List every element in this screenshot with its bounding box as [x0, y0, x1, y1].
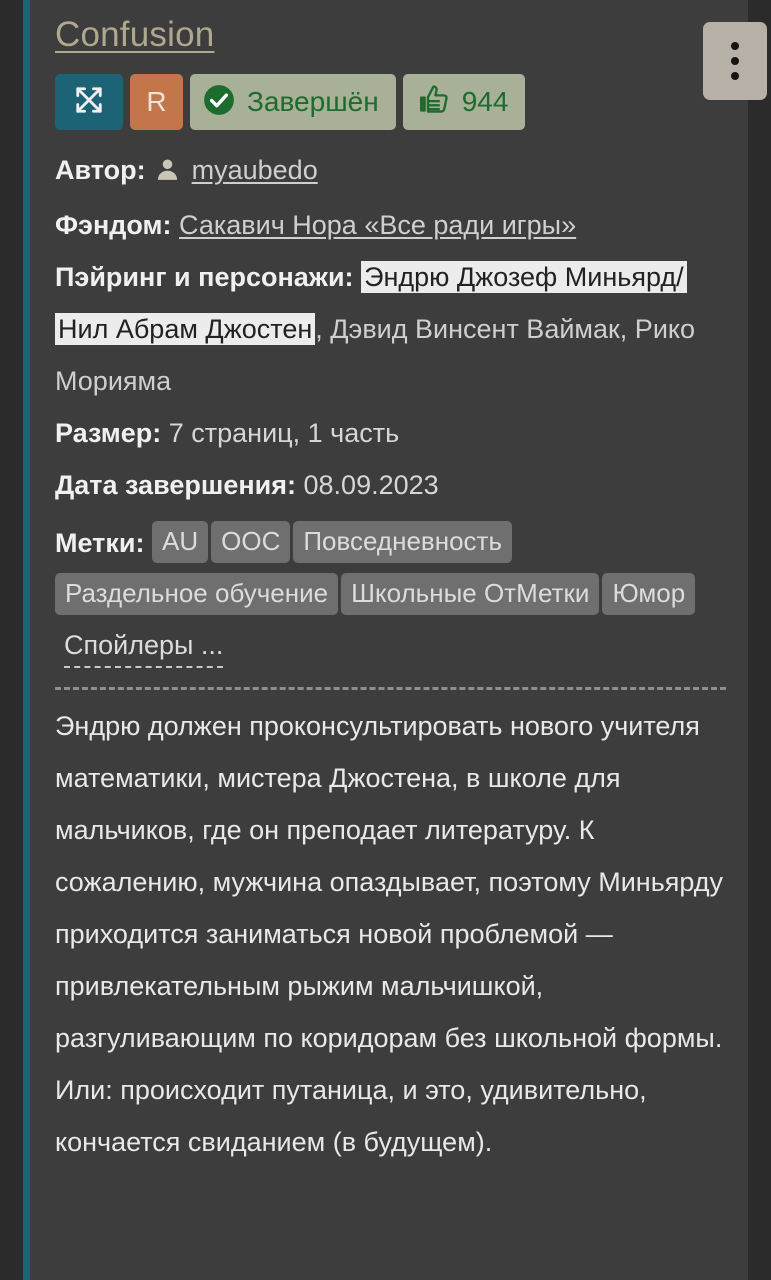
pairing-label: Пэйринг и персонажи: [55, 262, 354, 292]
tag-chip[interactable]: Раздельное обучение [55, 573, 339, 615]
fandom-link[interactable]: Сакавич Нора «Все ради игры» [179, 210, 576, 240]
tag-chip[interactable]: Повседневность [293, 521, 512, 563]
category-badge[interactable] [55, 74, 123, 130]
tag-chip[interactable]: Школьные ОтМетки [341, 573, 600, 615]
check-circle-icon [202, 83, 236, 122]
crossed-arrows-icon [71, 82, 107, 123]
work-card: Confusion R Завершён 944 Автор: myaubedo… [23, 0, 767, 1280]
status-badge[interactable]: Завершён [190, 74, 396, 130]
meta-author-line: Автор: myaubedo [55, 144, 726, 199]
meta-pairing-line: Пэйринг и персонажи: Эндрю Джозеф Миньяр… [55, 251, 726, 407]
summary-text: Эндрю должен проконсультировать нового у… [55, 711, 724, 1157]
tags-label: Метки: [55, 528, 145, 558]
meta-block: Автор: myaubedo Фэндом: Сакавич Нора «Вс… [55, 144, 726, 511]
likes-badge[interactable]: 944 [402, 74, 526, 130]
section-divider [55, 687, 726, 690]
meta-date-line: Дата завершения: 08.09.2023 [55, 459, 726, 511]
author-label: Автор: [55, 155, 146, 185]
date-label: Дата завершения: [55, 470, 296, 500]
kebab-dot-icon [731, 72, 739, 80]
kebab-dot-icon [731, 42, 739, 50]
spoilers-toggle[interactable]: Спойлеры ... [64, 627, 224, 668]
status-label: Завершён [247, 86, 379, 117]
size-value: 7 страниц, 1 часть [168, 418, 400, 448]
person-icon [155, 147, 180, 199]
tags-block: Метки: AU ООС Повседневность Раздельное обу… [55, 517, 726, 673]
page-root: Confusion R Завершён 944 Автор: myaubedo… [0, 0, 771, 1280]
title-row: Confusion [55, 14, 767, 100]
date-value: 08.09.2023 [303, 470, 439, 500]
likes-count: 944 [461, 86, 509, 117]
meta-fandom-line: Фэндом: Сакавич Нора «Все ради игры» [55, 199, 726, 251]
size-label: Размер: [55, 418, 162, 448]
tag-chip[interactable]: AU [152, 521, 209, 563]
work-title-link[interactable]: Confusion [55, 14, 214, 56]
rating-badge[interactable]: R [130, 74, 183, 130]
tag-chip[interactable]: ООС [211, 521, 291, 563]
kebab-dot-icon [731, 57, 739, 65]
tag-chip[interactable]: Юмор [602, 573, 696, 615]
thumbs-up-icon [417, 83, 450, 121]
meta-size-line: Размер: 7 страниц, 1 часть [55, 407, 726, 459]
badge-row: R Завершён 944 [55, 74, 726, 130]
more-options-button[interactable] [703, 22, 767, 100]
author-link[interactable]: myaubedo [192, 155, 318, 185]
fandom-label: Фэндом: [55, 210, 172, 240]
rating-label: R [146, 86, 167, 117]
